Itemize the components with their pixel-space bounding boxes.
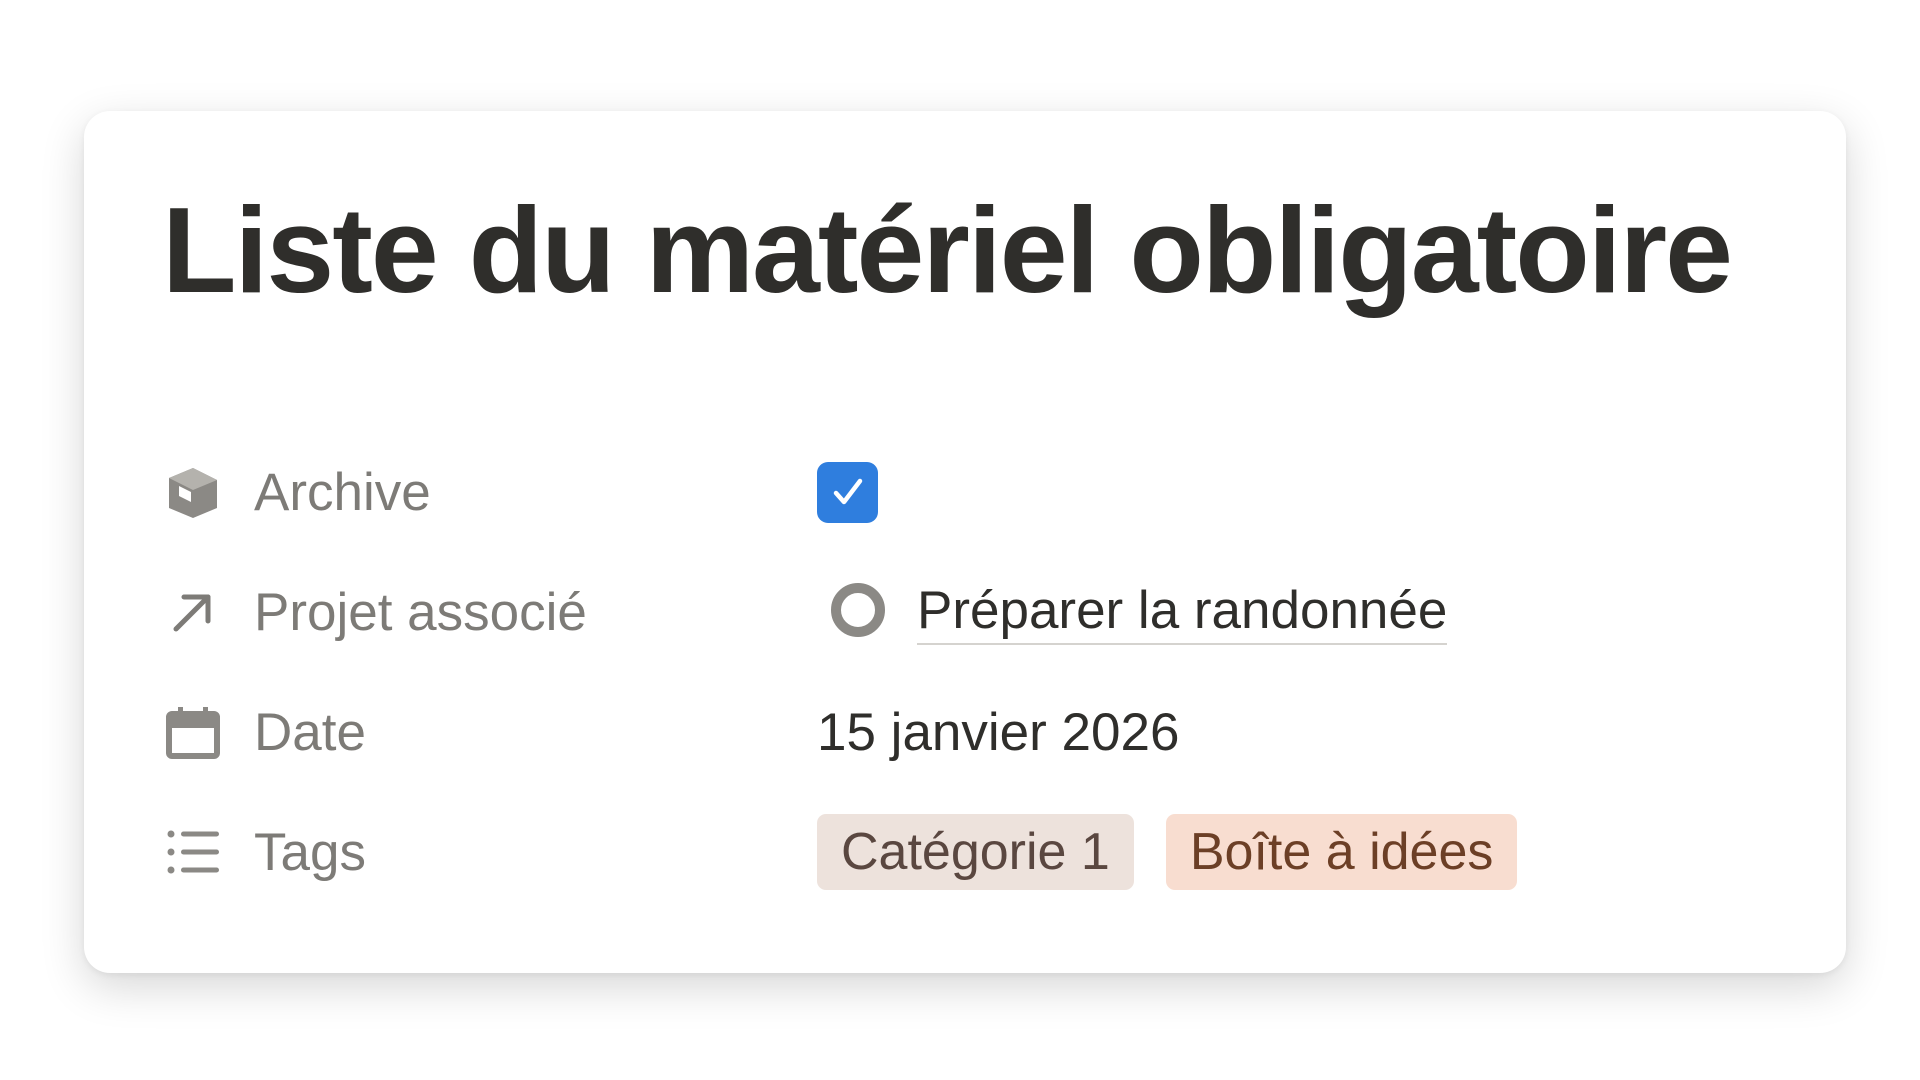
page-title[interactable]: Liste du matériel obligatoire: [162, 183, 1733, 317]
property-label: Date: [254, 702, 366, 762]
calendar-icon: [162, 701, 224, 763]
property-value-project: Préparer la randonnée: [817, 567, 1448, 657]
property-name-archive[interactable]: Archive: [162, 447, 817, 537]
arrow-up-right-icon: [162, 581, 224, 643]
property-row-project: Projet associé Préparer la randonnée: [162, 567, 1782, 657]
property-name-date[interactable]: Date: [162, 687, 817, 777]
property-value-archive: [817, 447, 878, 537]
archive-box-icon: [162, 461, 224, 523]
property-name-project[interactable]: Projet associé: [162, 567, 817, 657]
date-value[interactable]: 15 janvier 2026: [817, 702, 1179, 763]
property-row-tags: Tags Catégorie 1 Boîte à idées: [162, 807, 1782, 897]
property-name-tags[interactable]: Tags: [162, 807, 817, 897]
archive-checkbox[interactable]: [817, 461, 878, 523]
related-project-title[interactable]: Préparer la randonnée: [917, 580, 1448, 645]
properties-card: Liste du matériel obligatoire Archive Pr…: [84, 111, 1846, 973]
property-label: Projet associé: [254, 582, 587, 642]
related-project-link[interactable]: Préparer la randonnée: [829, 580, 1448, 645]
checkmark-icon: [833, 478, 862, 505]
property-value-tags[interactable]: Catégorie 1 Boîte à idées: [817, 807, 1549, 897]
tag-chip[interactable]: Catégorie 1: [817, 814, 1134, 890]
property-value-date[interactable]: 15 janvier 2026: [817, 687, 1179, 777]
tag-chip[interactable]: Boîte à idées: [1165, 814, 1518, 890]
property-row-date: Date 15 janvier 2026: [162, 687, 1782, 777]
circle-status-icon: [829, 581, 887, 644]
list-icon: [162, 821, 224, 883]
property-row-archive: Archive: [162, 447, 1782, 537]
property-label: Archive: [254, 462, 431, 522]
property-label: Tags: [254, 822, 366, 882]
